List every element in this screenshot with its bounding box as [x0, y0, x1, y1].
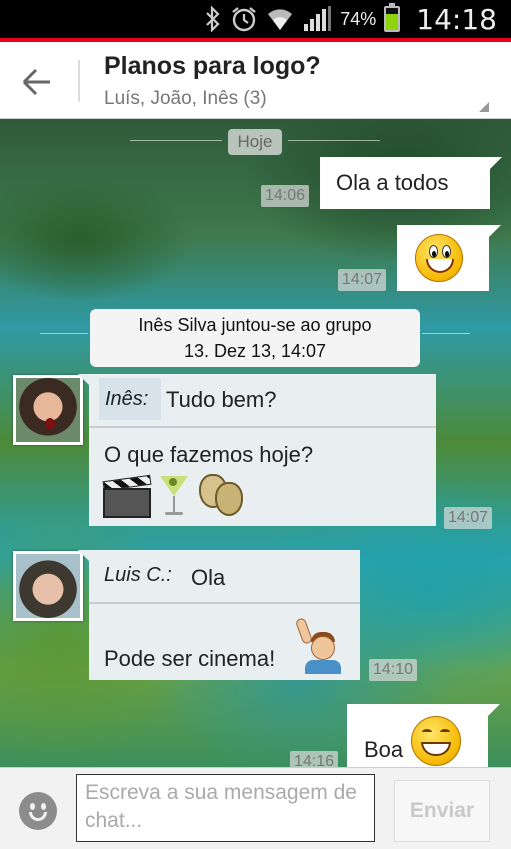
sender-name: Luis C.: — [104, 564, 172, 586]
separator-line — [130, 140, 222, 141]
outgoing-message[interactable]: Boa — [347, 704, 500, 767]
message-text: Boa — [364, 737, 404, 762]
date-separator: Hoje — [0, 127, 511, 155]
separator-line — [422, 333, 470, 334]
emoji-row — [102, 472, 247, 518]
message-text: Ola — [191, 565, 226, 590]
separator-line — [40, 333, 88, 334]
sender-name: Inês: — [99, 378, 161, 420]
input-bar: Enviar — [0, 767, 511, 849]
incoming-message-group[interactable]: Luis C.: Ola Pode ser cinema! — [78, 550, 360, 680]
back-arrow-icon[interactable] — [18, 62, 58, 102]
clapperboard-emoji — [102, 474, 152, 518]
cocktail-emoji — [157, 472, 191, 518]
status-time: 14:18 — [416, 2, 497, 36]
send-button[interactable]: Enviar — [394, 780, 490, 842]
smiley-face-icon[interactable] — [19, 792, 57, 830]
outgoing-message[interactable] — [397, 225, 501, 291]
system-message-line1: Inês Silva juntou-se ao grupo — [138, 315, 372, 335]
avatar[interactable] — [13, 375, 83, 445]
smiley-emoji — [415, 234, 463, 282]
message-time: 14:06 — [261, 185, 310, 207]
message-time: 14:07 — [444, 507, 493, 529]
header-divider — [78, 60, 80, 102]
chat-header: Planos para logo? Luís, João, Inês (3) — [0, 42, 511, 119]
avatar[interactable] — [13, 551, 83, 621]
grinning-emoji — [411, 716, 461, 766]
message-text: O que fazemos hoje? — [104, 442, 314, 467]
chat-title[interactable]: Planos para logo? — [104, 52, 321, 81]
message-time: 14:07 — [338, 269, 387, 291]
person-raising-hand-emoji — [294, 617, 347, 674]
outgoing-message[interactable]: Ola a todos — [320, 157, 502, 209]
wifi-icon — [266, 7, 294, 31]
alarm-icon — [230, 5, 258, 33]
separator-line — [288, 140, 380, 141]
battery-percent: 74% — [340, 8, 377, 29]
theater-masks-emoji — [197, 472, 247, 518]
corner-indicator-icon — [479, 102, 489, 112]
message-text: Pode ser cinema! — [104, 646, 276, 671]
chat-area[interactable]: Hoje 14:06 Ola a todos 14:07 Inês Silva … — [0, 119, 511, 767]
system-message-line2: 13. Dez 13, 14:07 — [183, 341, 327, 361]
battery-icon — [384, 3, 401, 32]
date-label: Hoje — [228, 129, 282, 155]
message-input[interactable] — [76, 774, 375, 842]
message-text: Ola a todos — [336, 170, 449, 195]
chat-participants[interactable]: Luís, João, Inês (3) — [104, 88, 267, 110]
signal-icon — [302, 6, 332, 32]
bluetooth-icon — [204, 6, 222, 32]
message-text: Tudo bem? — [166, 387, 277, 412]
message-divider — [89, 602, 360, 604]
message-divider — [89, 426, 436, 428]
status-bar: 74% 14:18 — [0, 0, 511, 38]
message-time: 14:16 — [290, 751, 339, 767]
system-message: Inês Silva juntou-se ao grupo 13. Dez 13… — [90, 309, 420, 367]
incoming-message-group[interactable]: Inês: Tudo bem? O que fazemos hoje? — [78, 374, 436, 526]
message-time: 14:10 — [369, 659, 418, 681]
